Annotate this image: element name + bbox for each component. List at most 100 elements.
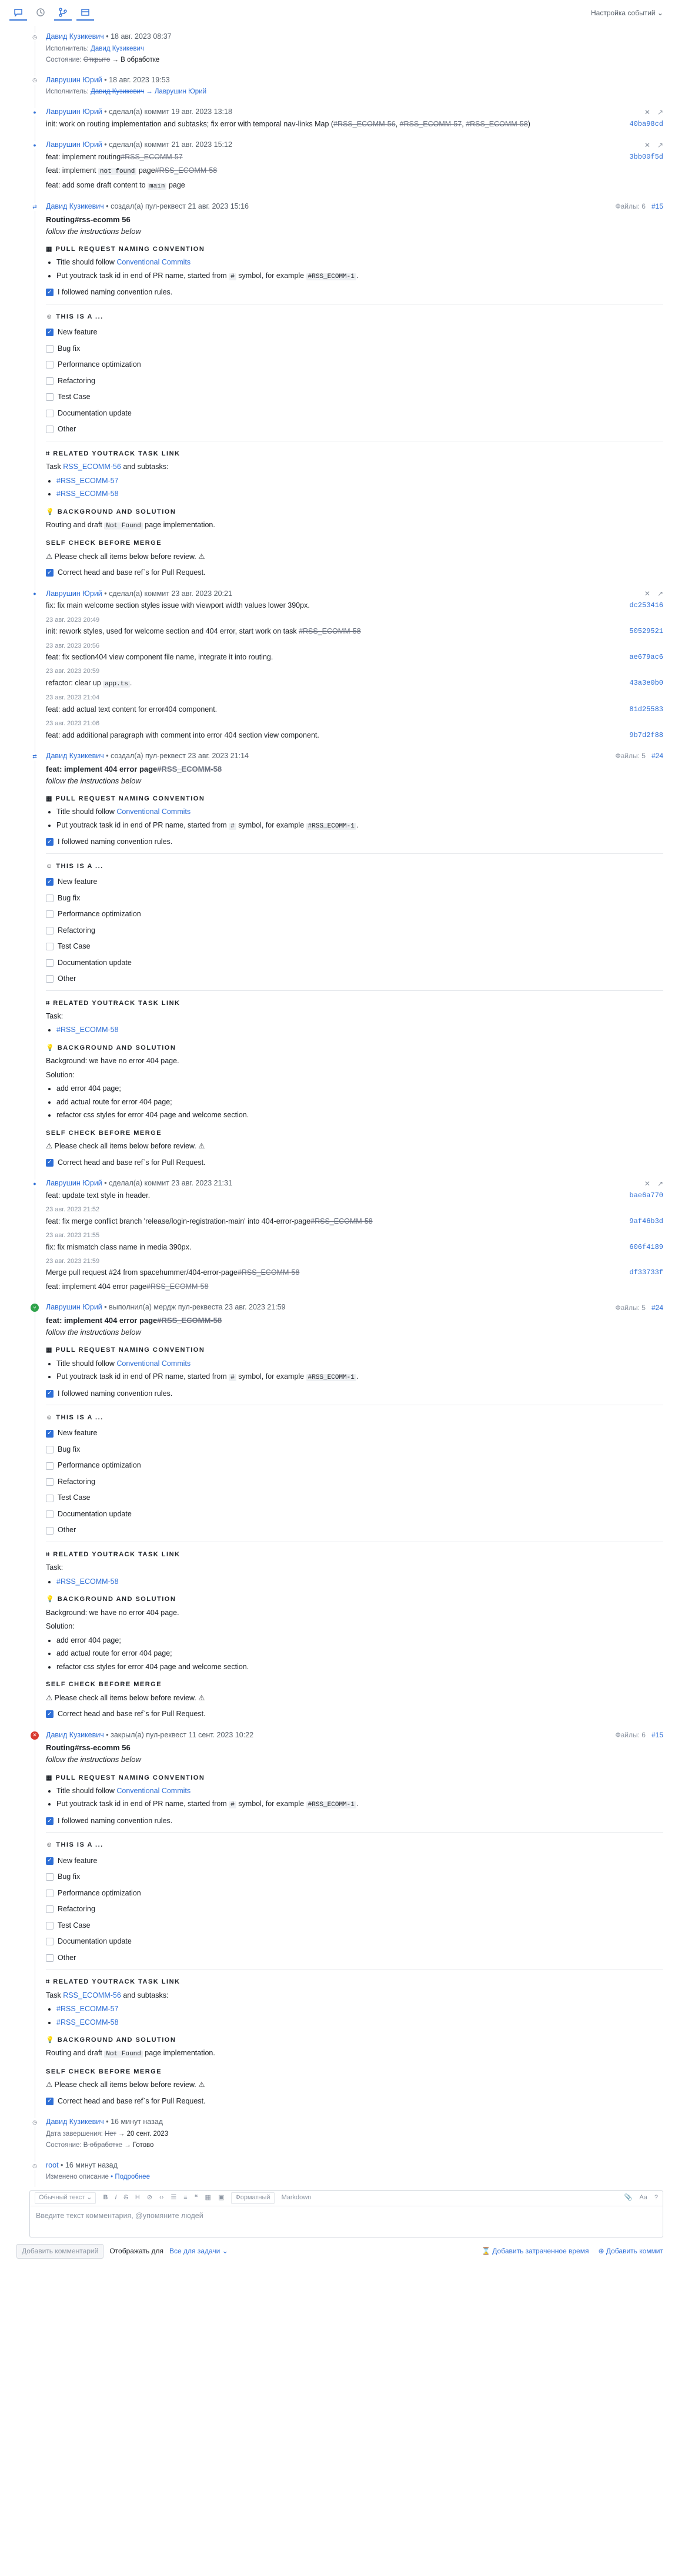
task-link[interactable]: #RSS_ECOMM-58 (56, 1026, 119, 1034)
checklist-item[interactable]: ✓ I followed naming convention rules. (46, 837, 663, 847)
vcs-filter-icon[interactable] (54, 5, 72, 21)
checklist-item[interactable]: Test Case (46, 942, 663, 952)
checkbox-icon[interactable] (46, 1938, 54, 1946)
checklist-item[interactable]: ✓ I followed naming convention rules. (46, 1816, 663, 1827)
checkbox-icon[interactable] (46, 377, 54, 385)
checkbox-checked-icon[interactable]: ✓ (46, 1817, 54, 1825)
checkbox-icon[interactable] (46, 1921, 54, 1930)
checkbox-icon[interactable] (46, 959, 54, 967)
checklist-item[interactable]: ✓ New feature (46, 877, 663, 887)
conventional-commits-link[interactable]: Conventional Commits (116, 808, 191, 816)
commit-hash[interactable]: 81d25583 (629, 705, 663, 715)
checklist-item[interactable]: ✓ Correct head and base ref`s for Pull Re… (46, 568, 663, 578)
checkbox-checked-icon[interactable]: ✓ (46, 289, 54, 297)
checklist-item[interactable]: Refactoring (46, 1477, 663, 1488)
image-icon[interactable]: ▣ (218, 2193, 224, 2202)
commit-hash[interactable]: 9b7d2f88 (629, 731, 663, 741)
author-link[interactable]: Лаврушин Юрий (46, 1303, 102, 1311)
checklist-item[interactable]: ✓ New feature (46, 1428, 663, 1439)
checklist-item[interactable]: ✓ I followed naming convention rules. (46, 1389, 663, 1399)
commit-hash[interactable]: ae679ac6 (629, 652, 663, 662)
checkbox-icon[interactable] (46, 426, 54, 434)
commit-hash[interactable]: df33733f (629, 1268, 663, 1278)
checklist-item[interactable]: ✓ Correct head and base ref`s for Pull Re… (46, 1709, 663, 1720)
checkbox-checked-icon[interactable]: ✓ (46, 2097, 54, 2105)
hide-icon[interactable]: ✕ (644, 589, 650, 599)
checkbox-icon[interactable] (46, 943, 54, 951)
author-link[interactable]: Лаврушин Юрий (46, 108, 102, 116)
commit-hash[interactable]: 3bb00f5d (629, 152, 663, 162)
share-icon[interactable]: ↗ (657, 108, 663, 118)
table-icon[interactable]: ▦ (205, 2193, 211, 2202)
task-link[interactable]: RSS_ECOMM-56 (63, 1991, 121, 1999)
bullet-list-icon[interactable]: ☰ (171, 2193, 176, 2202)
checkbox-checked-icon[interactable]: ✓ (46, 1857, 54, 1865)
checklist-item[interactable]: Bug fix (46, 893, 663, 904)
checklist-item[interactable]: Other (46, 974, 663, 984)
commit-hash[interactable]: 9af46b3d (629, 1217, 663, 1227)
checkbox-icon[interactable] (46, 1446, 54, 1454)
checkbox-icon[interactable] (46, 1510, 54, 1519)
checklist-item[interactable]: ✓ Correct head and base ref`s for Pull Re… (46, 2096, 663, 2107)
checklist-item[interactable]: Performance optimization (46, 1888, 663, 1899)
checklist-item[interactable]: Performance optimization (46, 1460, 663, 1471)
pr-number-link[interactable]: #15 (651, 1731, 663, 1739)
checkbox-icon[interactable] (46, 926, 54, 934)
commit-hash[interactable]: bae6a770 (629, 1191, 663, 1201)
author-link[interactable]: Лаврушин Юрий (46, 140, 102, 149)
details-link[interactable]: • Подробнее (111, 2173, 150, 2180)
subtask-link[interactable]: #RSS_ECOMM-57 (56, 2005, 119, 2013)
checkbox-icon[interactable] (46, 1494, 54, 1502)
pr-number-link[interactable]: #24 (651, 752, 663, 760)
conventional-commits-link[interactable]: Conventional Commits (116, 258, 191, 266)
share-icon[interactable]: ↗ (657, 589, 663, 599)
pr-number-link[interactable]: #24 (651, 1304, 663, 1312)
checkbox-icon[interactable] (46, 1889, 54, 1897)
checklist-item[interactable]: ✓ Correct head and base ref`s for Pull Re… (46, 1158, 663, 1168)
hide-icon[interactable]: ✕ (644, 1179, 650, 1189)
subtask-link[interactable]: #RSS_ECOMM-58 (56, 490, 119, 498)
author-link[interactable]: Давид Кузикевич (46, 752, 104, 760)
checkbox-checked-icon[interactable]: ✓ (46, 1389, 54, 1398)
markdown-mode-button[interactable]: Markdown (282, 2193, 312, 2202)
checklist-item[interactable]: ✓ New feature (46, 327, 663, 338)
checkbox-checked-icon[interactable]: ✓ (46, 1158, 54, 1167)
pr-number-link[interactable]: #15 (651, 202, 663, 210)
checklist-item[interactable]: Refactoring (46, 926, 663, 936)
task-link[interactable]: #RSS_ECOMM-58 (56, 1577, 119, 1586)
checklist-item[interactable]: Test Case (46, 1921, 663, 1931)
author-link[interactable]: Лаврушин Юрий (46, 589, 102, 598)
checklist-item[interactable]: Bug fix (46, 344, 663, 354)
share-icon[interactable]: ↗ (657, 140, 663, 150)
checkbox-icon[interactable] (46, 409, 54, 417)
subtask-link[interactable]: #RSS_ECOMM-57 (56, 477, 119, 485)
assignee-link[interactable]: Давид Кузикевич (91, 45, 144, 52)
author-link[interactable]: Давид Кузикевич (46, 2118, 104, 2126)
checkbox-icon[interactable] (46, 1462, 54, 1470)
checkbox-checked-icon[interactable]: ✓ (46, 878, 54, 886)
author-link[interactable]: root (46, 2161, 59, 2169)
checkbox-icon[interactable] (46, 1954, 54, 1962)
checklist-item[interactable]: Test Case (46, 392, 663, 403)
commit-hash[interactable]: 43a3e0b0 (629, 678, 663, 688)
checklist-item[interactable]: Performance optimization (46, 909, 663, 920)
author-link[interactable]: Лаврушин Юрий (46, 1179, 102, 1187)
code-button[interactable]: ‹› (159, 2193, 163, 2202)
commit-hash[interactable]: 606f4189 (629, 1242, 663, 1252)
add-commit-link[interactable]: ⊕ Добавить коммит (598, 2246, 663, 2256)
conventional-commits-link[interactable]: Conventional Commits (116, 1359, 191, 1368)
visibility-dropdown[interactable]: Все для задачи ⌄ (169, 2246, 228, 2256)
hide-icon[interactable]: ✕ (644, 108, 650, 118)
bold-button[interactable]: B (103, 2193, 108, 2202)
checklist-item[interactable]: Refactoring (46, 1904, 663, 1915)
commit-hash[interactable]: 50529521 (629, 627, 663, 637)
checkbox-icon[interactable] (46, 344, 54, 353)
checklist-item[interactable]: Other (46, 1953, 663, 1964)
link-button[interactable]: ⊘ (147, 2193, 152, 2202)
checklist-item[interactable]: Test Case (46, 1493, 663, 1503)
checkbox-checked-icon[interactable]: ✓ (46, 1710, 54, 1719)
strikethrough-button[interactable]: S (123, 2193, 128, 2202)
checkbox-icon[interactable] (46, 361, 54, 369)
checklist-item[interactable]: Documentation update (46, 1937, 663, 1947)
checklist-item[interactable]: Performance optimization (46, 360, 663, 370)
